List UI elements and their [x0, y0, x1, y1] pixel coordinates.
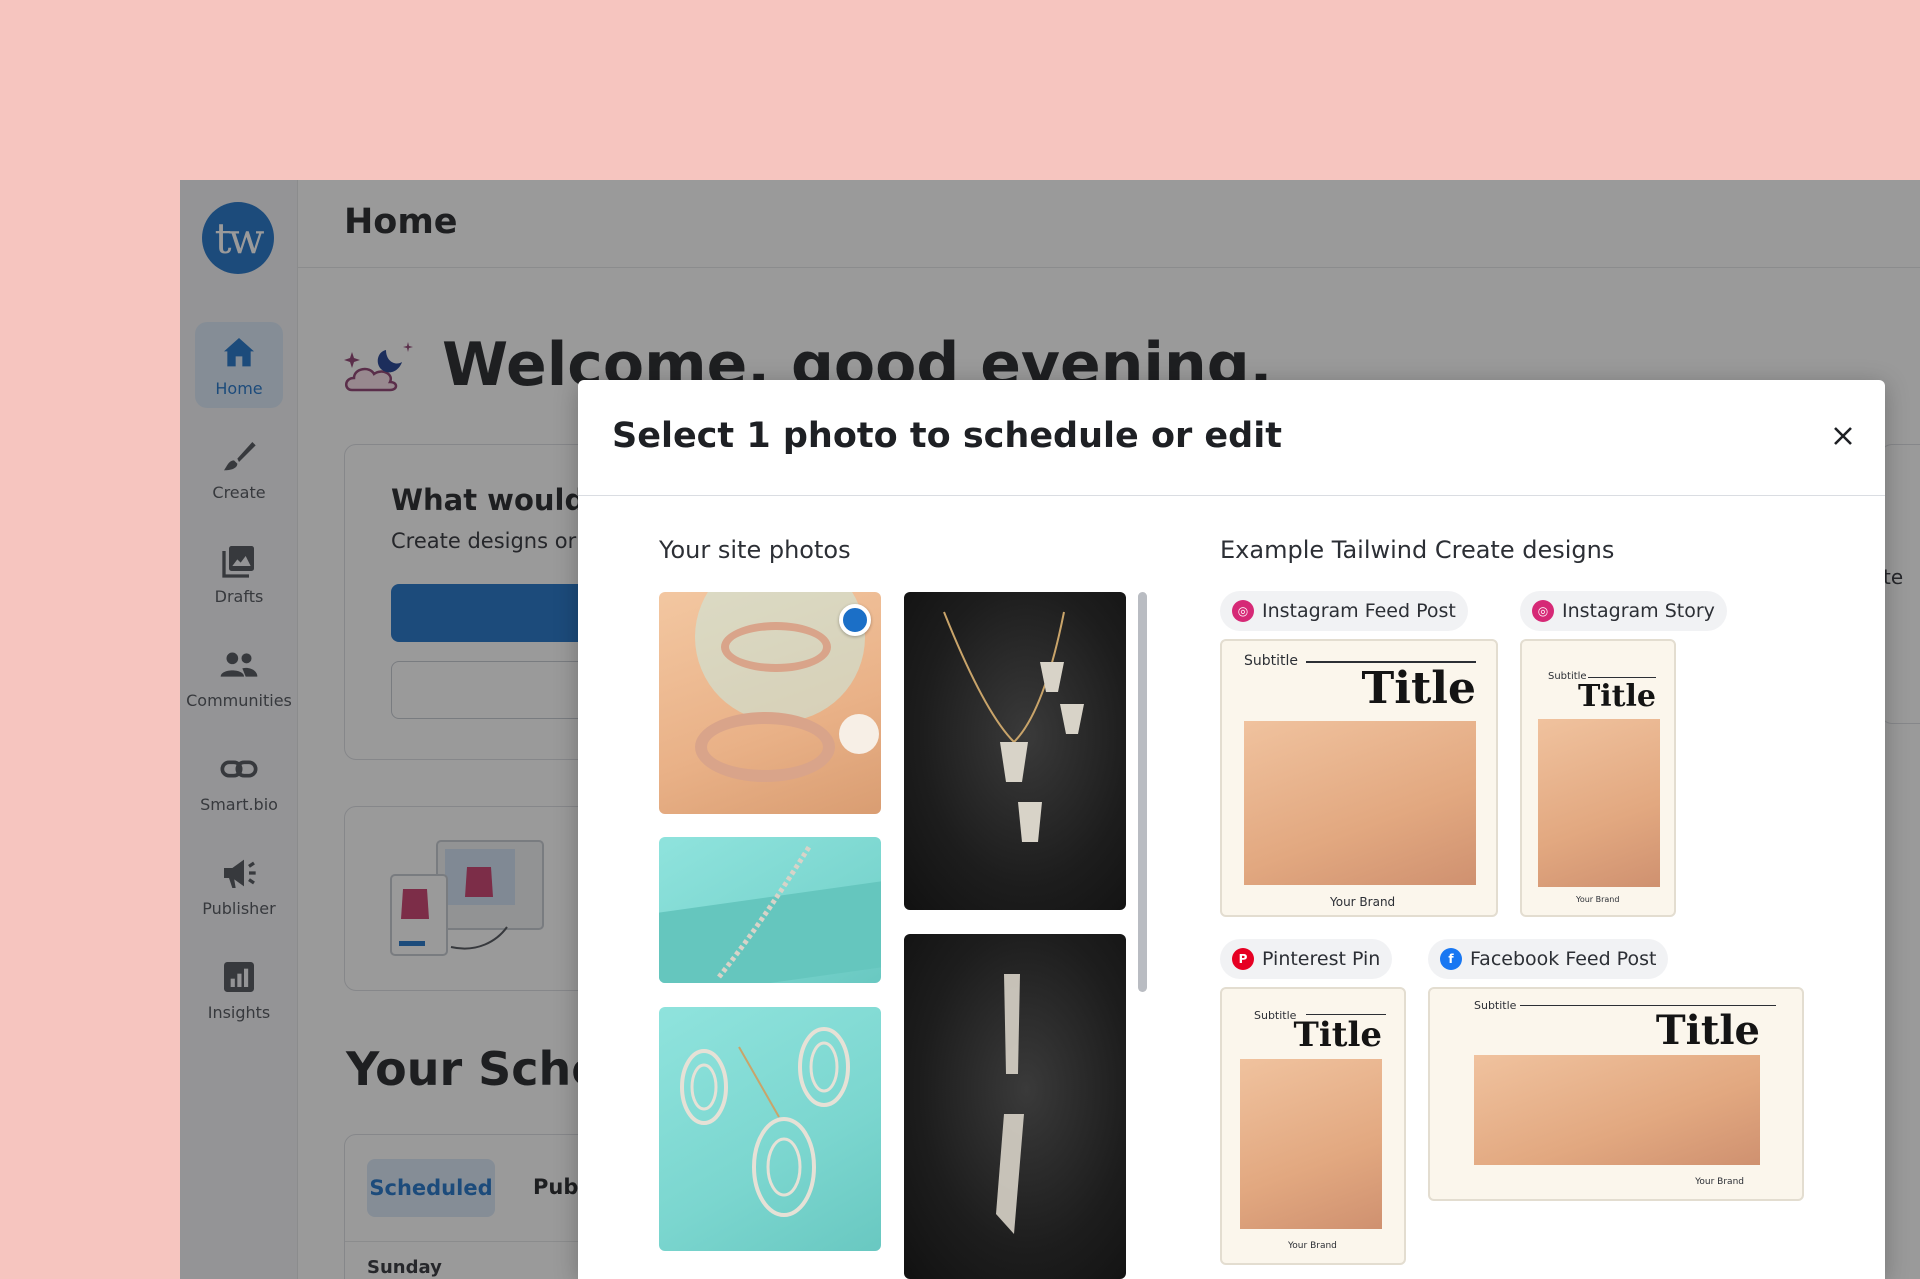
modal-title: Select 1 photo to schedule or edit — [612, 416, 1282, 456]
design-rule — [1520, 1005, 1776, 1006]
design-instagram-feed-post[interactable]: Subtitle Title Your Brand — [1220, 639, 1498, 917]
platform-pill: f Facebook Feed Post — [1428, 939, 1669, 979]
design-pinterest-pin[interactable]: Subtitle Title Your Brand — [1220, 987, 1406, 1265]
design-subtitle: Subtitle — [1254, 1009, 1297, 1022]
platform-label: Instagram Story — [1562, 600, 1715, 622]
site-photo[interactable] — [659, 1007, 881, 1251]
photos-scrollbar[interactable] — [1138, 592, 1147, 992]
site-photos-label: Your site photos — [659, 536, 851, 564]
platform-label: Pinterest Pin — [1262, 948, 1381, 970]
platform-label: Instagram Feed Post — [1262, 600, 1456, 622]
photo-select-modal: Select 1 photo to schedule or edit Your … — [578, 380, 1885, 1279]
design-facebook-feed-post[interactable]: Subtitle Title Your Brand — [1428, 987, 1804, 1201]
design-image — [1244, 721, 1476, 885]
design-brand: Your Brand — [1330, 895, 1396, 909]
design-rule — [1588, 677, 1656, 678]
design-title: Title — [1577, 679, 1656, 714]
design-brand: Your Brand — [1288, 1241, 1337, 1251]
close-icon — [1834, 427, 1852, 445]
design-brand: Your Brand — [1695, 1177, 1744, 1187]
earrings-illustration — [996, 974, 1024, 1234]
facebook-icon: f — [1440, 948, 1462, 970]
design-title: Title — [1655, 1007, 1760, 1054]
site-photo[interactable] — [904, 592, 1126, 910]
design-brand: Your Brand — [1576, 895, 1620, 904]
platform-pill: ◎ Instagram Feed Post — [1220, 591, 1468, 631]
platform-pill: ◎ Instagram Story — [1520, 591, 1727, 631]
design-title: Title — [1361, 663, 1477, 714]
site-photo[interactable] — [904, 934, 1126, 1279]
design-image — [1538, 719, 1660, 887]
bracelet-illustration — [717, 845, 812, 979]
design-instagram-story[interactable]: Subtitle Title Your Brand — [1520, 639, 1676, 917]
close-button[interactable] — [1825, 418, 1861, 454]
pendant-set-illustration — [680, 1027, 850, 1217]
designs-label: Example Tailwind Create designs — [1220, 536, 1615, 564]
instagram-icon: ◎ — [1232, 600, 1254, 622]
design-image — [1474, 1055, 1760, 1165]
necklace-illustration — [943, 611, 1084, 842]
design-title: Title — [1293, 1015, 1382, 1055]
design-image — [1240, 1059, 1382, 1229]
selected-indicator — [839, 604, 871, 636]
instagram-icon: ◎ — [1532, 600, 1554, 622]
design-subtitle: Subtitle — [1474, 999, 1517, 1012]
site-photo[interactable] — [659, 837, 881, 983]
platform-pill: P Pinterest Pin — [1220, 939, 1393, 979]
site-photo[interactable] — [659, 592, 881, 814]
design-subtitle: Subtitle — [1244, 653, 1299, 669]
platform-label: Facebook Feed Post — [1470, 948, 1657, 970]
pinterest-icon: P — [1232, 948, 1254, 970]
modal-header: Select 1 photo to schedule or edit — [578, 380, 1885, 496]
